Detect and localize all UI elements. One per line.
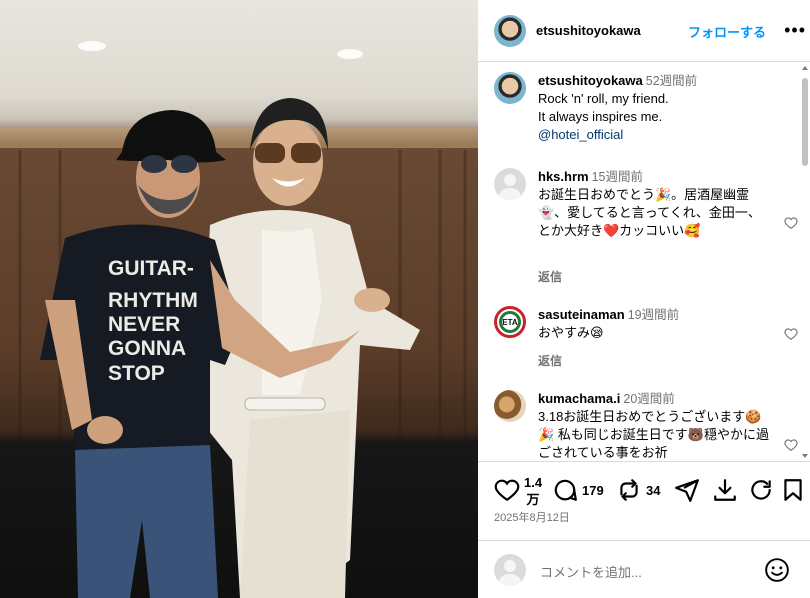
like-count-unit: 万 (526, 492, 540, 507)
post-date[interactable]: 2025年8月12日 (494, 509, 570, 525)
post-actions: 1.4 万 179 34 2025年8月12日 (478, 463, 810, 533)
comment-like-heart-icon[interactable] (784, 438, 798, 452)
comments-list[interactable]: etsushitoyokawa 52週間前 Rock 'n' roll, my f… (478, 62, 810, 462)
caption-mention-link[interactable]: @hotei_official (538, 126, 770, 144)
avatar-logo-text: ETA (502, 318, 518, 327)
shirt-line-3: NEVER (108, 313, 180, 336)
comment-item: ETA sasuteinaman 19週間前 おやすみ😪 返信 (494, 306, 798, 370)
caption-line-2: It always inspires me. (538, 109, 663, 124)
author-username[interactable]: etsushitoyokawa (536, 23, 641, 38)
scroll-up-icon[interactable] (802, 66, 808, 70)
comment-username[interactable]: hks.hrm (538, 169, 589, 184)
comment-text: 3.18お誕生日おめでとうございます🍪🎉 私も同じお誕生日です🐻穏やかに過ごされ… (538, 409, 769, 460)
add-comment-bar: コメントを追加... (478, 540, 810, 598)
comment-icon[interactable] (552, 477, 578, 503)
shirt-line-2: RHYTHM (108, 289, 198, 312)
emoji-icon[interactable] (764, 557, 790, 583)
comment-reply-button[interactable]: 返信 (538, 268, 562, 285)
comments-scrollbar[interactable] (801, 64, 809, 460)
shirt-line-1: GUITAR- (108, 257, 194, 280)
comment-text: おやすみ😪 (538, 325, 604, 340)
caption-line-1: Rock 'n' roll, my friend. (538, 91, 669, 106)
commenter-avatar[interactable] (494, 390, 526, 422)
comment-text: お誕生日おめでとう🎉。居酒屋幽霊👻、愛してると言ってくれ、金田一、とか大好き❤️… (538, 187, 761, 238)
comment-count[interactable]: 179 (582, 483, 604, 498)
comment-item: kumachama.i 20週間前 3.18お誕生日おめでとうございます🍪🎉 私も… (494, 390, 798, 461)
comment-like-heart-icon[interactable] (784, 216, 798, 230)
commenter-avatar[interactable] (494, 168, 526, 200)
comment-reply-button[interactable]: 返信 (538, 352, 562, 369)
comment-input[interactable]: コメントを追加... (540, 562, 642, 581)
follow-button[interactable]: フォローする (688, 22, 766, 41)
caption-avatar[interactable] (494, 72, 526, 104)
comment-username[interactable]: kumachama.i (538, 391, 620, 406)
refresh-icon[interactable] (748, 477, 774, 503)
shirt-line-4: GONNA (108, 337, 186, 360)
comment-time[interactable]: 15週間前 (592, 170, 643, 184)
post-photo[interactable]: GUITAR- RHYTHM NEVER GONNA STOP (0, 0, 478, 598)
shirt-line-5: STOP (108, 362, 165, 385)
like-count[interactable]: 1.4 万 (524, 474, 542, 508)
post-header: etsushitoyokawa フォローする ••• (478, 0, 810, 62)
caption: etsushitoyokawa 52週間前 Rock 'n' roll, my f… (494, 72, 784, 162)
comment-time[interactable]: 19週間前 (628, 308, 679, 322)
comment-username[interactable]: sasuteinaman (538, 307, 625, 322)
share-icon[interactable] (674, 477, 700, 503)
comment-time[interactable]: 20週間前 (623, 392, 674, 406)
post-side-panel: etsushitoyokawa フォローする ••• etsushitoyoka… (478, 0, 810, 598)
current-user-avatar (494, 554, 526, 586)
bookmark-icon[interactable] (780, 477, 806, 503)
heart-icon[interactable] (494, 477, 520, 503)
author-avatar[interactable] (494, 15, 526, 47)
scrollbar-thumb[interactable] (802, 78, 808, 166)
comment-like-heart-icon[interactable] (784, 327, 798, 341)
repost-icon[interactable] (616, 477, 642, 503)
scroll-down-icon[interactable] (802, 454, 808, 458)
commenter-avatar[interactable]: ETA (494, 306, 526, 338)
like-count-number: 1.4 (524, 475, 543, 490)
photo-illustration: GUITAR- RHYTHM NEVER GONNA STOP (0, 41, 478, 598)
download-icon[interactable] (712, 477, 738, 503)
repost-count[interactable]: 34 (646, 483, 660, 498)
comment-item: hks.hrm 15週間前 お誕生日おめでとう🎉。居酒屋幽霊👻、愛してると言ってく… (494, 168, 798, 298)
more-options-icon[interactable]: ••• (784, 20, 806, 41)
caption-time[interactable]: 52週間前 (646, 74, 697, 88)
caption-username[interactable]: etsushitoyokawa (538, 73, 643, 88)
